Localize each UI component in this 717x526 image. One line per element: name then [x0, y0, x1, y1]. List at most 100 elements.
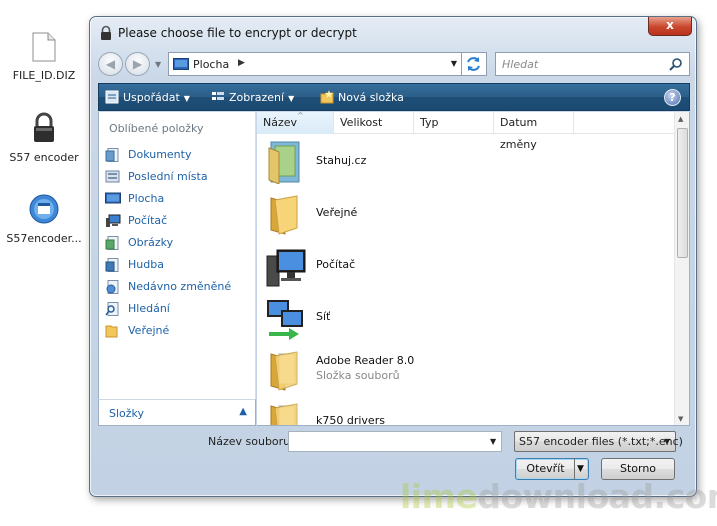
music-icon [105, 258, 119, 272]
desktop-icon-s57-installer[interactable]: S57encoder... [2, 193, 86, 245]
sidebar-item-computer[interactable]: Počítač [105, 211, 253, 231]
folder-icon [270, 195, 298, 235]
back-arrow-icon: ◀ [105, 57, 116, 71]
views-menu[interactable]: Zobrazení ▼ [211, 89, 294, 107]
organize-menu[interactable]: Uspořádat ▼ [105, 89, 190, 107]
sidebar-item-desktop[interactable]: Plocha [105, 189, 253, 209]
column-header-label: Název [263, 116, 298, 129]
scroll-up-icon[interactable]: ▲ [678, 115, 683, 123]
column-header-date-modified[interactable]: Datum změny [494, 112, 574, 151]
sidebar-item-pictures[interactable]: Obrázky [105, 233, 253, 253]
chevron-up-icon: ▲ [239, 406, 247, 417]
recently-changed-icon [106, 280, 119, 294]
filetype-value: S57 encoder files (*.txt;*.enc) [519, 435, 683, 448]
sidebar-item-searches[interactable]: Hledání [105, 299, 253, 319]
search-box[interactable]: Hledat [495, 52, 690, 76]
sidebar-item-recent-places[interactable]: Poslední místa [105, 167, 253, 187]
navigation-bar: ◀ ▶ ▼ Plocha ▶ ▼ Hledat [98, 52, 690, 76]
network-icon [267, 300, 303, 340]
sidebar-item-recently-changed[interactable]: Nedávno změněné [105, 277, 253, 297]
dialog-title: Please choose file to encrypt or decrypt [118, 26, 357, 40]
folder-icon [270, 403, 298, 425]
chevron-down-icon: ▼ [183, 94, 190, 103]
open-options-dropdown-icon[interactable]: ▼ [577, 464, 584, 474]
vertical-scrollbar[interactable]: ▲ ▼ [674, 112, 689, 425]
desktop-icon [105, 192, 121, 204]
search-icon[interactable] [669, 57, 683, 71]
sidebar-item-label: Hledání [128, 302, 170, 315]
sidebar-item-label: Hudba [128, 258, 164, 271]
user-folder-icon [268, 141, 300, 184]
new-folder-button[interactable]: Nová složka [320, 89, 404, 107]
folders-label: Složky [109, 407, 145, 420]
sidebar-item-label: Počítač [128, 214, 168, 227]
file-list[interactable]: ^ Název Velikost Typ Datum změny Stahuj.… [257, 112, 690, 426]
sidebar-item-music[interactable]: Hudba [105, 255, 253, 275]
new-folder-icon [320, 90, 334, 104]
filetype-select[interactable]: S57 encoder files (*.txt;*.enc) [514, 431, 683, 452]
scroll-down-icon[interactable]: ▼ [678, 415, 683, 423]
column-header-type[interactable]: Typ [414, 112, 494, 134]
help-button[interactable]: ? [664, 89, 681, 106]
file-row-network[interactable]: Síť [257, 292, 675, 344]
filename-input[interactable] [288, 431, 502, 452]
computer-icon [266, 249, 306, 287]
search-placeholder: Hledat [502, 58, 539, 71]
views-label: Zobrazení [229, 91, 285, 104]
favorites-heading: Oblíbené položky [109, 122, 204, 135]
folders-toggle[interactable]: Složky ▲ [98, 399, 256, 426]
documents-icon [105, 148, 119, 162]
command-toolbar: Uspořádat ▼ Zobrazení ▼ Nová složka ? [98, 83, 690, 111]
title-bar[interactable]: Please choose file to encrypt or decrypt… [90, 17, 696, 49]
breadcrumb-chevron-icon[interactable]: ▶ [238, 58, 245, 68]
file-row-computer[interactable]: Počítač [257, 240, 675, 292]
organize-icon [105, 90, 119, 104]
file-name: Veřejné [316, 206, 358, 219]
file-name: Stahuj.cz [316, 154, 367, 167]
recent-places-icon [105, 170, 120, 183]
filetype-dropdown-icon[interactable]: ▼ [664, 437, 670, 446]
back-button[interactable]: ◀ [98, 52, 123, 76]
file-row-adobe-reader[interactable]: Adobe Reader 8.0 Složka souborů [257, 344, 675, 396]
file-name: k750 drivers [316, 414, 385, 426]
forward-button[interactable]: ▶ [125, 52, 150, 76]
address-bar[interactable]: Plocha ▶ ▼ [168, 52, 462, 76]
column-header-size[interactable]: Velikost [334, 112, 414, 134]
sidebar-item-public[interactable]: Veřejné [105, 321, 253, 341]
file-subtitle: Složka souborů [316, 369, 400, 382]
cancel-button-label: Storno [619, 462, 657, 475]
file-name: Adobe Reader 8.0 [316, 354, 415, 367]
recent-pages-dropdown-icon[interactable]: ▼ [155, 60, 161, 69]
filename-label: Název souboru: [208, 435, 294, 448]
computer-icon [106, 214, 121, 227]
close-button[interactable]: x [648, 17, 692, 36]
file-row-k750-drivers[interactable]: k750 drivers [257, 396, 675, 426]
file-row-stahuj[interactable]: Stahuj.cz [257, 136, 675, 188]
desktop-icon-s57-encoder[interactable]: S57 encoder [2, 112, 86, 164]
desktop-icon-file-id[interactable]: FILE_ID.DIZ [2, 32, 86, 82]
watermark-part-2: download.com [477, 477, 717, 516]
scrollbar-thumb[interactable] [677, 128, 688, 258]
sidebar-item-label: Nedávno změněné [128, 280, 232, 293]
filename-dropdown-icon[interactable]: ▼ [490, 437, 496, 446]
file-row-public[interactable]: Veřejné [257, 188, 675, 240]
sidebar-item-label: Obrázky [128, 236, 174, 249]
sidebar-item-label: Plocha [128, 192, 165, 205]
address-location[interactable]: Plocha [193, 58, 229, 71]
pictures-icon [105, 236, 119, 250]
watermark-part-1: lime [400, 477, 478, 516]
views-icon [212, 92, 224, 100]
column-header-name[interactable]: ^ Název [257, 112, 334, 134]
refresh-button[interactable] [462, 52, 487, 76]
new-folder-label: Nová složka [338, 91, 404, 104]
sidebar-item-label: Dokumenty [128, 148, 192, 161]
desktop-icon-label: S57 encoder [9, 151, 79, 164]
file-open-dialog: Please choose file to encrypt or decrypt… [89, 16, 697, 497]
desktop-icon-label: S57encoder... [6, 232, 82, 245]
desktop-icon-label: FILE_ID.DIZ [12, 69, 76, 82]
sidebar-item-label: Veřejné [128, 324, 170, 337]
padlock-icon [101, 25, 111, 40]
address-dropdown-icon[interactable]: ▼ [451, 59, 457, 68]
refresh-icon [467, 57, 480, 71]
sidebar-item-documents[interactable]: Dokumenty [105, 145, 253, 165]
